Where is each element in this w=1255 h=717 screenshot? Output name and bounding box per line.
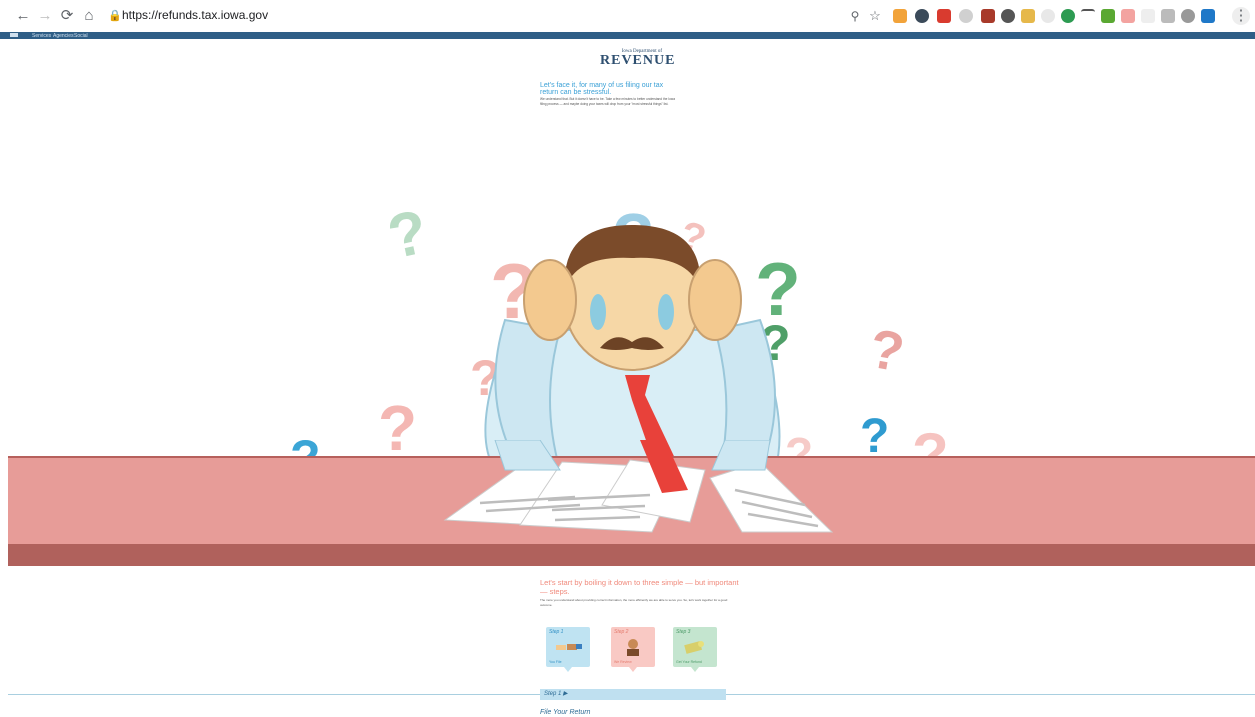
step-card-label: Step 3 — [676, 629, 691, 635]
card-tail — [564, 667, 572, 672]
handshake-icon — [556, 644, 582, 650]
extension-icon[interactable] — [1001, 9, 1015, 23]
step-card-label: Step 1 — [549, 629, 564, 635]
extension-icon[interactable] — [1101, 9, 1115, 23]
nav-item-agencies[interactable]: Agencies — [53, 33, 74, 39]
lock-icon: 🔒 — [108, 10, 122, 22]
step-card-caption: We Review — [614, 660, 632, 664]
extension-icon[interactable] — [1081, 9, 1095, 25]
file-return-heading: File Your Return — [540, 709, 591, 716]
back-icon[interactable]: ← — [14, 7, 32, 25]
zoom-icon[interactable]: ⚲ — [846, 7, 864, 25]
extension-icon[interactable] — [1121, 9, 1135, 23]
iowa-revenue-logo[interactable]: Iowa Department of REVENUE — [600, 49, 676, 69]
question-mark-icon: ? — [865, 317, 909, 384]
logo-revenue-text: REVENUE — [600, 53, 676, 68]
extension-icon[interactable] — [937, 9, 951, 23]
right-hand — [688, 259, 742, 341]
intro-section: Let's face it, for many of us filing our… — [540, 82, 680, 107]
card-tail — [629, 667, 637, 672]
extension-icon[interactable] — [981, 9, 995, 23]
steps-heading: Let's start by boiling it down to three … — [540, 578, 739, 596]
extension-icon[interactable] — [1181, 9, 1195, 23]
step-bar-label: Step 1 ▶ — [544, 691, 568, 697]
step-card-caption: Get Your Refund — [676, 660, 702, 664]
step-card-caption: You File — [549, 660, 562, 664]
bookmark-star-icon[interactable]: ☆ — [866, 7, 884, 25]
person-icon — [627, 639, 639, 656]
nav-item-social[interactable]: Social — [74, 33, 88, 39]
desk-front — [8, 544, 1255, 566]
menu-kebab-icon[interactable]: ⋮ — [1232, 7, 1250, 25]
intro-heading: Let's face it, for many of us filing our… — [540, 82, 664, 96]
extension-icon[interactable] — [959, 9, 973, 23]
step-card-3[interactable]: Step 3 Get Your Refund — [673, 627, 717, 672]
intro-body: We understand that. But it doesn't have … — [540, 97, 675, 106]
extension-icon[interactable] — [1061, 9, 1075, 23]
address-bar[interactable]: 🔒 https://refunds.tax.iowa.gov — [104, 5, 864, 27]
steps-section: Let's start by boiling it down to three … — [540, 578, 740, 607]
steps-body: The more you understand about providing … — [540, 598, 728, 607]
extension-icon[interactable] — [1141, 9, 1155, 23]
home-icon[interactable]: ⌂ — [80, 7, 98, 25]
extension-icon[interactable] — [1201, 9, 1215, 23]
iowa-mini-logo[interactable] — [10, 33, 18, 37]
right-eye — [658, 294, 674, 330]
nav-item-services[interactable]: Services — [32, 33, 51, 39]
card-tail — [691, 667, 699, 672]
extension-icon[interactable] — [1041, 9, 1055, 23]
question-mark-icon: ? — [382, 200, 433, 273]
extension-icon[interactable] — [1021, 9, 1035, 23]
left-hand — [523, 259, 577, 341]
extension-icon[interactable] — [915, 9, 929, 23]
url-text: https://refunds.tax.iowa.gov — [122, 8, 269, 22]
desk-papers-overlay — [443, 440, 834, 533]
left-eye — [590, 294, 606, 330]
step-card-label: Step 2 — [614, 629, 629, 635]
extension-icon[interactable] — [1161, 9, 1175, 23]
forward-icon[interactable]: → — [36, 7, 54, 25]
money-icon — [684, 641, 704, 654]
reload-icon[interactable]: ⟳ — [58, 7, 76, 25]
site-nav-bar: Services Agencies Social — [0, 32, 1255, 39]
browser-toolbar: ← → ⟳ ⌂ 🔒 https://refunds.tax.iowa.gov ⚲… — [0, 0, 1255, 33]
step-card-1[interactable]: Step 1 You File — [546, 627, 590, 672]
extension-icon[interactable] — [893, 9, 907, 23]
step-progress-bar[interactable]: Step 1 ▶ — [540, 689, 726, 700]
left-sleeve — [494, 440, 561, 471]
step-card-2[interactable]: Step 2 We Review — [611, 627, 655, 672]
right-sleeve — [711, 440, 771, 471]
